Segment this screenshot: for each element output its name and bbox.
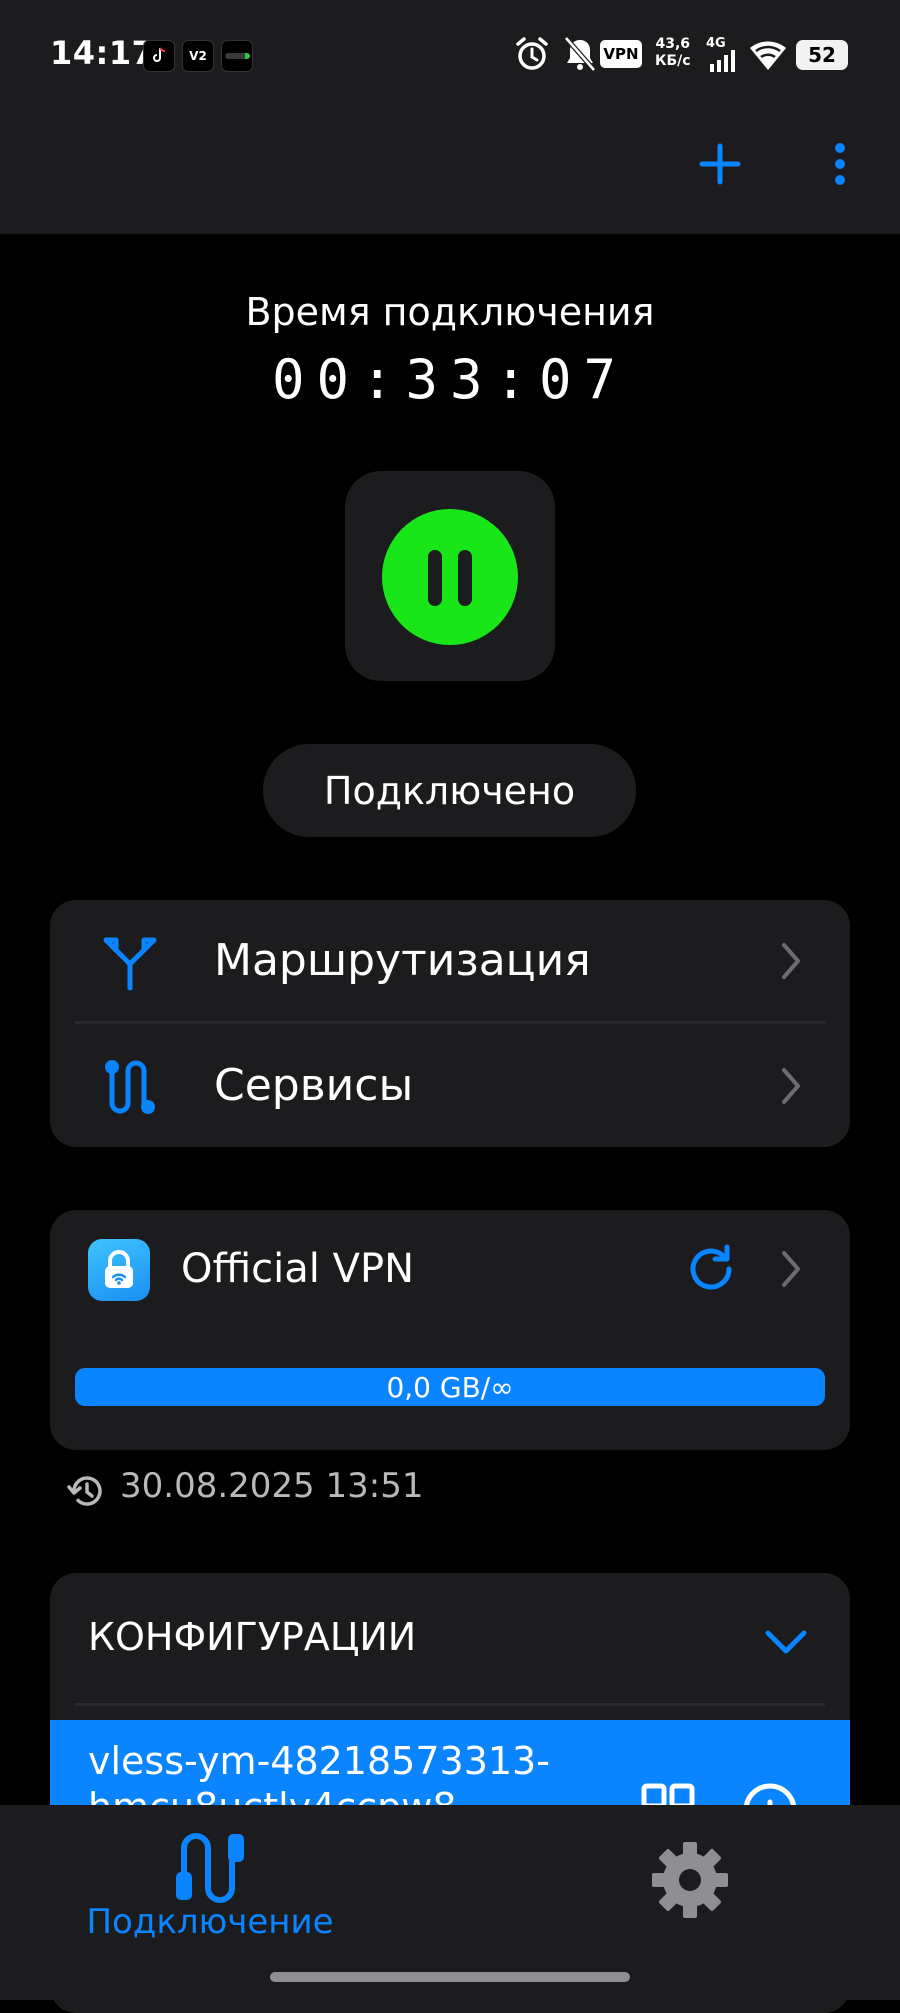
home-indicator[interactable]	[270, 1972, 630, 1982]
gear-icon[interactable]	[650, 1840, 730, 1920]
connect-status-circle[interactable]	[382, 509, 518, 645]
refresh-subscription-button[interactable]	[685, 1243, 737, 1295]
menu-item-label: Маршрутизация	[214, 935, 591, 986]
status-time: 14:17	[50, 34, 155, 72]
menu-item-services[interactable]	[50, 1024, 850, 1147]
v2-app-label: V2	[189, 49, 207, 63]
nav-item-connection[interactable]: Подключение	[0, 1902, 420, 1942]
bell-off-icon	[564, 36, 596, 72]
more-options-button[interactable]	[820, 140, 860, 188]
configs-divider	[75, 1703, 825, 1706]
connection-timer: 00:33:07	[271, 348, 629, 411]
connection-icon[interactable]	[170, 1828, 250, 1908]
chevron-right-icon	[782, 1068, 800, 1104]
tiktok-icon	[143, 40, 175, 72]
add-config-button[interactable]	[696, 140, 744, 188]
subscription-name: Official VPN	[181, 1246, 415, 1292]
wifi-icon	[750, 41, 786, 70]
chevron-right-icon[interactable]	[776, 1249, 806, 1289]
connection-time-label: Время подключения	[245, 290, 655, 334]
pause-icon-bar	[458, 550, 472, 606]
services-icon	[105, 1060, 155, 1114]
history-icon	[67, 1476, 102, 1506]
subscription-updated-at: 30.08.2025 13:51	[120, 1466, 424, 1506]
pause-icon	[428, 550, 442, 606]
network-type: 4G	[706, 36, 726, 51]
alarm-icon	[516, 37, 548, 70]
chevron-down-icon[interactable]	[760, 1615, 812, 1667]
network-speed-unit: КБ/с	[655, 53, 691, 69]
routing-icon	[103, 937, 157, 991]
traffic-usage-bar: 0,0 GB/∞	[75, 1368, 825, 1406]
cellular-signal-icon	[710, 50, 735, 72]
vpn-app-logo-icon	[88, 1239, 150, 1301]
v2-app-icon: V2	[182, 40, 214, 72]
connection-status-pill: Подключено	[263, 744, 636, 837]
traffic-usage-label: 0,0 GB/∞	[386, 1370, 514, 1404]
chevron-right-icon	[782, 943, 800, 979]
menu-item-label: Сервисы	[214, 1060, 414, 1111]
battery-indicator: 52	[796, 40, 848, 70]
app-icon	[221, 40, 253, 72]
configs-title: КОНФИГУРАЦИИ	[88, 1615, 417, 1659]
network-speed-value: 43,6	[655, 36, 691, 52]
network-speed: 43,6 КБ/с	[655, 36, 691, 70]
vpn-status-badge: VPN	[600, 40, 642, 68]
